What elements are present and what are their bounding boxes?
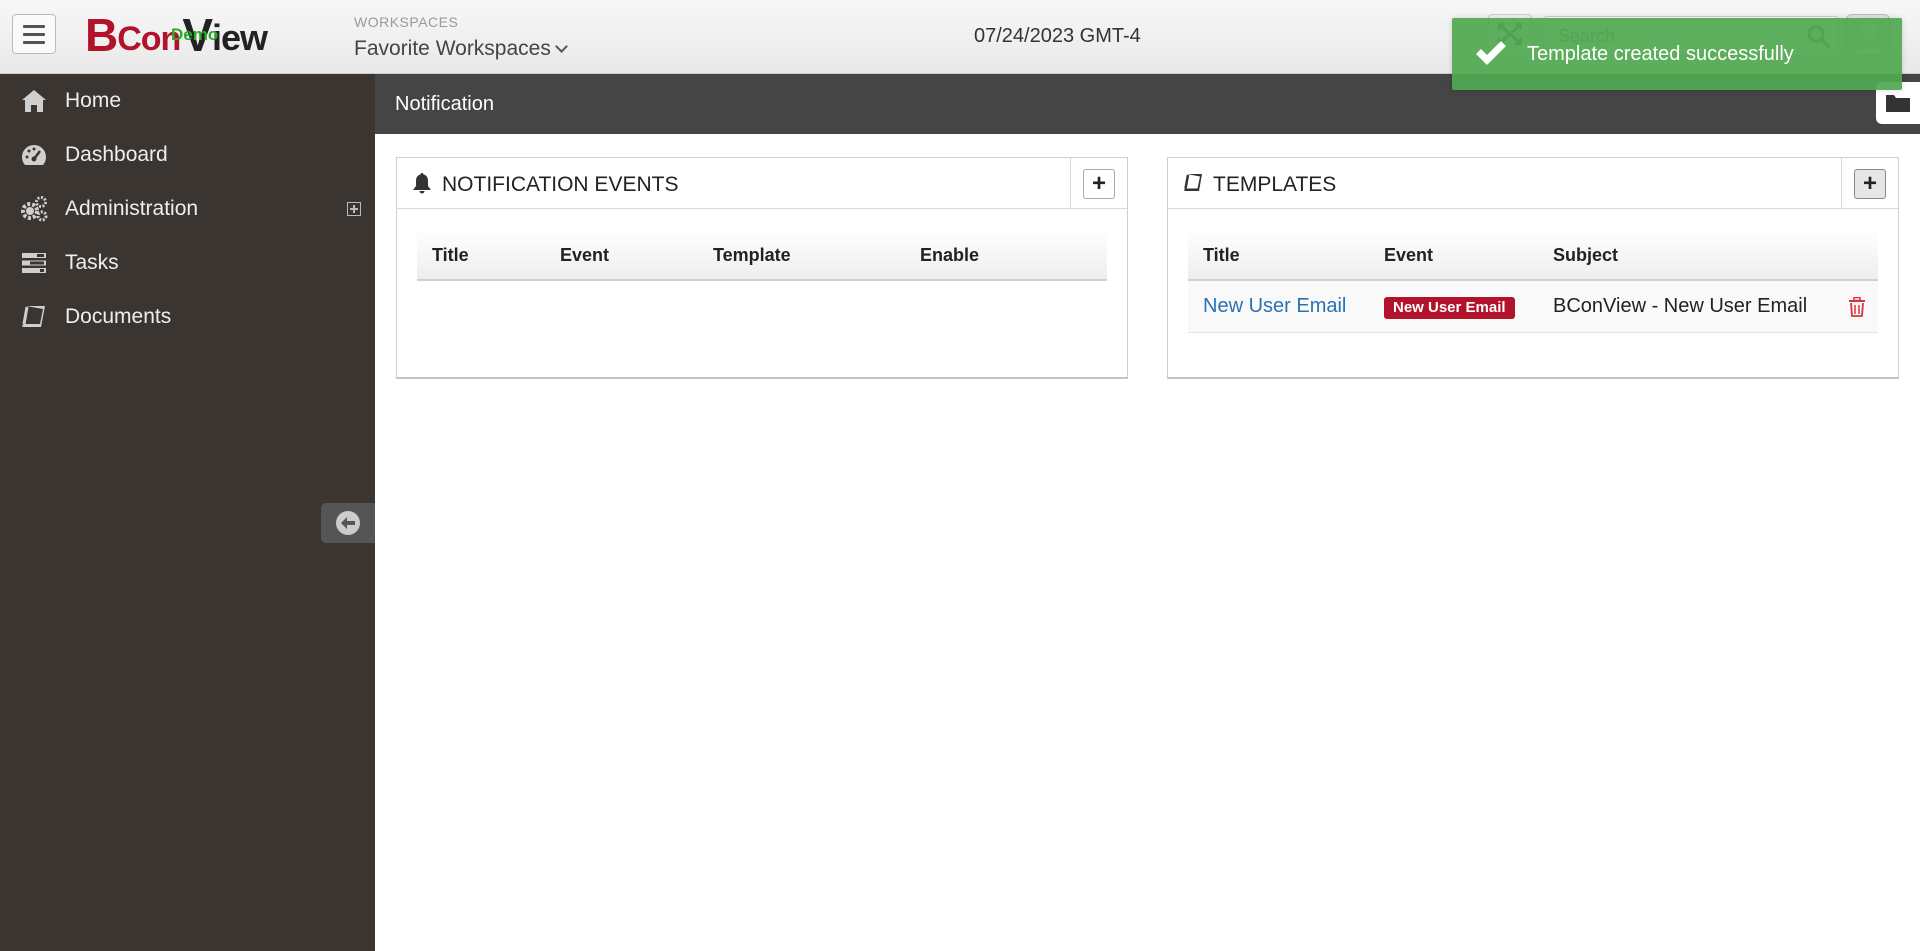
table-header: Title Event Subject — [1188, 228, 1878, 281]
table-row: New User Email New User Email BConView -… — [1188, 281, 1878, 333]
add-template-button[interactable]: + — [1841, 158, 1898, 209]
collapse-sidebar-button[interactable] — [321, 503, 375, 543]
panel-title: TEMPLATES — [1213, 173, 1337, 196]
event-badge: New User Email — [1384, 297, 1515, 319]
templates-panel: TEMPLATES + Title Event Subject New User… — [1167, 157, 1899, 379]
sidebar: Home Dashboard Administration Tasks Docu… — [0, 74, 375, 951]
tasks-icon — [22, 253, 46, 273]
templates-table: Title Event Subject New User Email New U… — [1188, 228, 1878, 333]
plus-icon: + — [1854, 168, 1886, 199]
workspaces-caption: WORKSPACES — [354, 14, 459, 30]
sidebar-item-label: Documents — [65, 305, 172, 328]
bell-icon — [413, 173, 431, 194]
sidebar-item-administration[interactable]: Administration — [0, 182, 375, 236]
workspaces-dropdown[interactable]: Favorite Workspaces — [354, 37, 568, 61]
add-event-button[interactable]: + — [1070, 158, 1127, 209]
sidebar-item-documents[interactable]: Documents — [0, 290, 375, 344]
column-header-subject[interactable]: Subject — [1553, 245, 1618, 266]
sidebar-item-label: Dashboard — [65, 143, 168, 166]
success-toast[interactable]: Template created successfully — [1452, 18, 1902, 90]
template-subject: BConView - New User Email — [1553, 295, 1808, 317]
hamburger-icon-line — [23, 32, 45, 36]
panel-header: TEMPLATES + — [1168, 158, 1898, 209]
book-icon — [1184, 174, 1202, 191]
chevron-down-icon — [554, 39, 568, 53]
demo-label: Demo — [171, 25, 219, 44]
column-header-title[interactable]: Title — [432, 245, 469, 266]
expand-icon[interactable] — [347, 202, 361, 216]
sidebar-item-dashboard[interactable]: Dashboard — [0, 128, 375, 182]
trash-icon[interactable] — [1848, 297, 1866, 317]
panel-header: NOTIFICATION EVENTS + — [397, 158, 1127, 209]
toast-message: Template created successfully — [1527, 43, 1794, 65]
column-header-enable[interactable]: Enable — [920, 245, 979, 266]
book-icon — [22, 306, 45, 327]
sidebar-item-home[interactable]: Home — [0, 74, 375, 128]
sidebar-item-label: Home — [65, 89, 122, 112]
sidebar-item-label: Administration — [65, 197, 199, 220]
panel-title: NOTIFICATION EVENTS — [442, 173, 679, 196]
menu-toggle-button[interactable] — [12, 14, 56, 54]
plus-icon: + — [1083, 168, 1115, 199]
logo-iew: iew — [212, 17, 268, 58]
folder-icon — [1886, 95, 1910, 112]
dashboard-icon — [21, 145, 47, 165]
hamburger-icon-line — [23, 40, 45, 44]
arrow-left-circle-icon — [336, 511, 360, 535]
table-header: Title Event Template Enable — [417, 228, 1107, 281]
home-icon — [22, 90, 46, 112]
column-header-event[interactable]: Event — [1384, 245, 1433, 266]
column-header-event[interactable]: Event — [560, 245, 609, 266]
checkmark-icon — [1476, 41, 1506, 65]
workspaces-selected: Favorite Workspaces — [354, 37, 551, 60]
column-header-title[interactable]: Title — [1203, 245, 1240, 266]
notification-events-panel: NOTIFICATION EVENTS + Title Event Templa… — [396, 157, 1128, 379]
sidebar-item-label: Tasks — [65, 251, 119, 274]
gears-icon — [21, 196, 48, 222]
column-header-template[interactable]: Template — [713, 245, 791, 266]
logo-b: B — [85, 9, 118, 61]
template-title-link[interactable]: New User Email — [1203, 295, 1346, 318]
events-table: Title Event Template Enable — [417, 228, 1107, 281]
current-date: 07/24/2023 GMT-4 — [974, 25, 1141, 47]
page-title: Notification — [395, 93, 494, 115]
sidebar-item-tasks[interactable]: Tasks — [0, 236, 375, 290]
hamburger-icon — [23, 24, 45, 28]
